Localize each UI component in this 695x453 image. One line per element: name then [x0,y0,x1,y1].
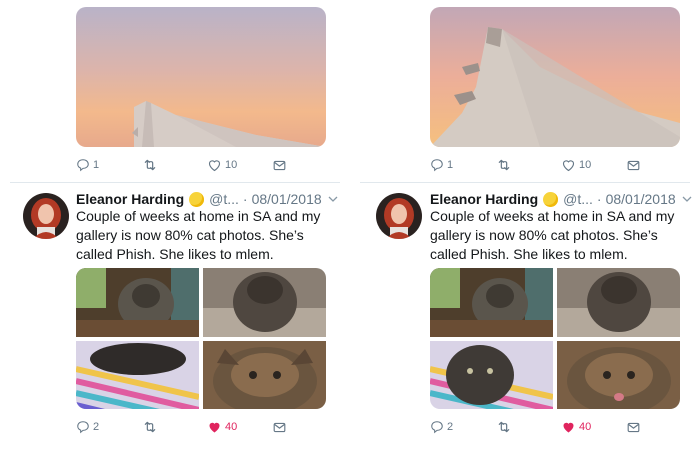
avatar[interactable] [376,193,422,239]
tweet-panel-left: 1 10 Eleanor Harding @t... · 08/01/2018 … [10,0,340,453]
like-button[interactable]: 40 [207,418,237,436]
retweet-button[interactable] [142,418,161,436]
reply-button[interactable]: 2 [76,418,99,436]
cat-photo-2[interactable] [203,268,326,337]
tweet-date[interactable]: 08/01/2018 [606,191,676,207]
top-action-bar: 1 10 [430,156,660,174]
tweet-text: Couple of weeks at home in SA and my gal… [76,208,321,262]
avatar[interactable] [23,193,69,239]
like-count: 10 [225,159,238,171]
verified-badge-icon [189,191,205,207]
separator: · [596,191,602,207]
verified-badge-icon [543,191,559,207]
separator: · [242,191,248,207]
author-handle[interactable]: @t... [563,191,593,207]
like-icon [207,158,222,173]
reply-button[interactable]: 1 [430,156,453,174]
like-button[interactable]: 10 [207,156,237,174]
message-icon [626,158,641,173]
like-count: 40 [225,421,238,433]
cat-photo-1[interactable] [76,268,199,337]
message-icon [272,420,287,435]
cat-photo-1[interactable] [430,268,553,337]
cat-photo-4[interactable] [203,341,326,409]
retweet-icon [142,157,158,173]
reply-icon [430,158,444,172]
message-button[interactable] [272,418,287,436]
message-icon [626,420,641,435]
like-button[interactable]: 40 [561,418,591,436]
tweet-panel-right: 1 10 Eleanor Harding @t... · 08/01/2018 … [360,0,692,453]
caret-down-icon[interactable] [682,194,692,204]
caret-down-icon[interactable] [328,194,338,204]
reply-count: 2 [447,421,454,433]
retweet-button[interactable] [496,156,515,174]
cat-photo-2[interactable] [557,268,680,337]
tweet-text: Couple of weeks at home in SA and my gal… [430,208,675,262]
reply-count: 2 [93,421,100,433]
photo-grid [430,268,680,409]
reply-icon [76,158,90,172]
like-count: 40 [579,421,592,433]
cat-photo-3[interactable] [76,341,199,409]
reply-count: 1 [93,159,100,171]
like-icon [561,420,576,435]
retweet-button[interactable] [142,156,161,174]
reply-button[interactable]: 2 [430,418,453,436]
reply-count: 1 [447,159,454,171]
wing-photo[interactable] [430,7,680,147]
photo-grid [76,268,326,409]
divider [360,182,690,183]
message-button[interactable] [272,156,287,174]
message-icon [272,158,287,173]
reply-icon [430,420,444,434]
retweet-icon [142,419,158,435]
bottom-action-bar: 2 40 [76,418,306,436]
like-icon [561,158,576,173]
reply-icon [76,420,90,434]
tweet-date[interactable]: 08/01/2018 [252,191,322,207]
cat-photo-4[interactable] [557,341,680,409]
cat-photo-3[interactable] [430,341,553,409]
like-count: 10 [579,159,592,171]
retweet-icon [496,419,512,435]
reply-button[interactable]: 1 [76,156,99,174]
retweet-button[interactable] [496,418,515,436]
bottom-action-bar: 2 40 [430,418,660,436]
like-button[interactable]: 10 [561,156,591,174]
top-action-bar: 1 10 [76,156,306,174]
author-handle[interactable]: @t... [209,191,239,207]
message-button[interactable] [626,418,641,436]
divider [10,182,340,183]
tweet-header: Eleanor Harding @t... · 08/01/2018 [430,190,692,208]
author-name[interactable]: Eleanor Harding [430,191,538,207]
tweet-header: Eleanor Harding @t... · 08/01/2018 [76,190,338,208]
author-name[interactable]: Eleanor Harding [76,191,184,207]
message-button[interactable] [626,156,641,174]
retweet-icon [496,157,512,173]
wing-photo[interactable] [76,7,326,147]
like-icon [207,420,222,435]
